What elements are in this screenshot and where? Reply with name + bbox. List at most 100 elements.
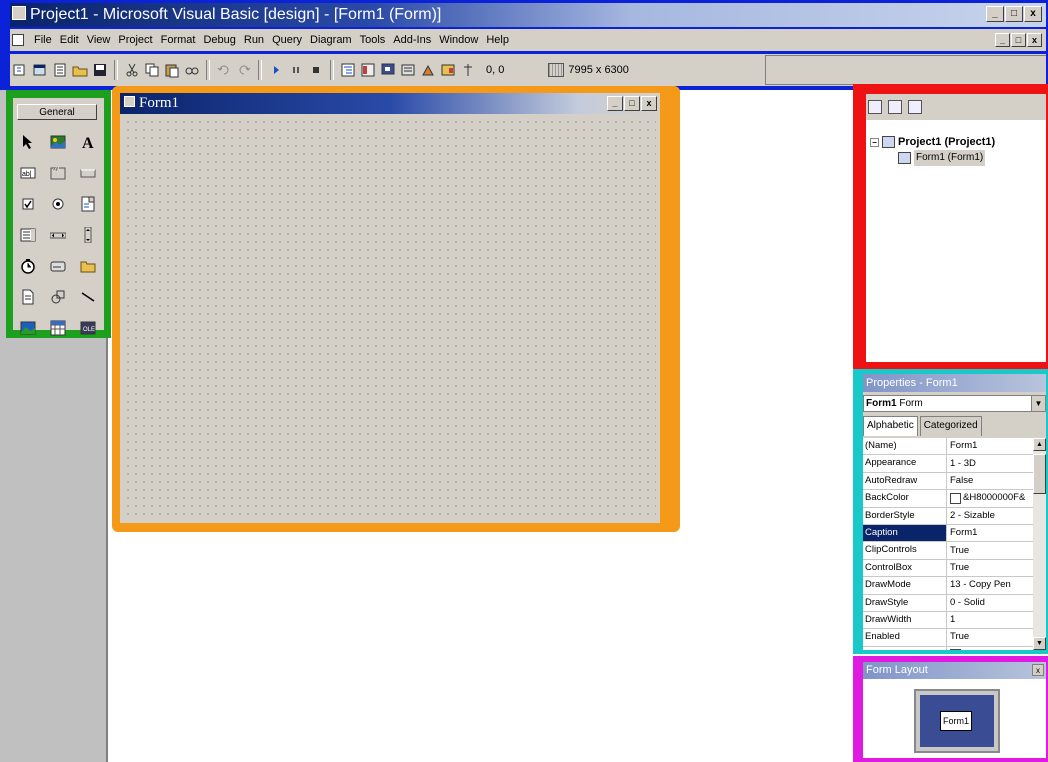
menu-add-ins[interactable]: Add-Ins	[389, 29, 435, 51]
property-row[interactable]: AutoRedraw False	[863, 472, 1033, 491]
scroll-up-icon[interactable]: ▲	[1033, 438, 1046, 451]
menu-query[interactable]: Query	[268, 29, 306, 51]
property-value[interactable]: &H00000000&	[947, 647, 1033, 650]
line-tool[interactable]	[73, 281, 103, 312]
property-value[interactable]: Form1	[947, 438, 1033, 454]
menu-debug[interactable]: Debug	[199, 29, 239, 51]
menu-view[interactable]: View	[83, 29, 115, 51]
filelistbox-tool[interactable]	[13, 281, 43, 312]
toggle-folders-icon[interactable]	[908, 100, 922, 114]
dirlistbox-tool[interactable]	[73, 250, 103, 281]
copy-icon[interactable]	[144, 62, 160, 78]
ole-tool[interactable]: OLE	[73, 312, 103, 343]
combobox-tool[interactable]	[73, 188, 103, 219]
property-value[interactable]: True	[947, 560, 1033, 576]
picturebox-tool[interactable]	[43, 126, 73, 157]
form-design-grid[interactable]	[124, 118, 656, 518]
component-manager-icon[interactable]	[460, 62, 476, 78]
collapse-icon[interactable]: −	[870, 137, 879, 147]
view-object-icon[interactable]	[888, 100, 902, 114]
open-project-icon[interactable]	[72, 62, 88, 78]
property-value[interactable]: True	[947, 629, 1033, 645]
property-row[interactable]: ControlBox True	[863, 559, 1033, 578]
property-row[interactable]: Enabled True	[863, 629, 1033, 647]
property-value[interactable]: 13 - Copy Pen	[947, 577, 1033, 593]
textbox-tool[interactable]: ab|	[13, 157, 43, 188]
form-layout-icon[interactable]	[380, 62, 396, 78]
frame-tool[interactable]: xy	[43, 157, 73, 188]
system-menu-icon[interactable]	[12, 34, 24, 46]
property-value[interactable]: 2 - Sizable	[947, 508, 1033, 524]
menu-diagram[interactable]: Diagram	[306, 29, 356, 51]
properties-window-icon[interactable]	[360, 62, 376, 78]
menu-edit[interactable]: Edit	[56, 29, 83, 51]
save-project-icon[interactable]	[92, 62, 108, 78]
chevron-down-icon[interactable]: ▼	[1031, 396, 1045, 411]
property-row[interactable]: DrawMode 13 - Copy Pen	[863, 577, 1033, 595]
property-row[interactable]: BorderStyle 2 - Sizable	[863, 507, 1033, 525]
menu-tools[interactable]: Tools	[356, 29, 390, 51]
form-minimize-button[interactable]: _	[607, 96, 623, 111]
pointer-tool[interactable]	[13, 126, 43, 157]
properties-scrollbar[interactable]: ▲ ▼	[1033, 438, 1046, 650]
property-value[interactable]: &H8000000F&	[947, 490, 1033, 506]
listbox-tool[interactable]	[13, 219, 43, 250]
scroll-thumb[interactable]	[1033, 454, 1046, 494]
menu-project[interactable]: Project	[114, 29, 156, 51]
mdi-restore-button[interactable]: □	[1011, 33, 1026, 47]
minimize-button[interactable]: _	[986, 6, 1004, 22]
toolbox-general-tab[interactable]: General	[17, 104, 97, 120]
find-icon[interactable]	[184, 62, 200, 78]
mini-form-preview[interactable]: Form1	[940, 711, 972, 731]
break-icon[interactable]	[288, 62, 304, 78]
form-maximize-button[interactable]: □	[624, 96, 640, 111]
object-selector[interactable]: Form1 Form ▼	[863, 395, 1046, 412]
scroll-down-icon[interactable]: ▼	[1033, 637, 1046, 650]
add-form-icon[interactable]	[32, 62, 48, 78]
add-project-icon[interactable]	[12, 62, 28, 78]
property-value[interactable]: Form1	[947, 525, 1033, 541]
menu-editor-icon[interactable]	[52, 62, 68, 78]
hscrollbar-tool[interactable]	[43, 219, 73, 250]
undo-icon[interactable]	[216, 62, 232, 78]
vscrollbar-tool[interactable]	[73, 219, 103, 250]
tab-alphabetic[interactable]: Alphabetic	[863, 416, 918, 436]
close-button[interactable]: x	[1024, 6, 1042, 22]
optionbutton-tool[interactable]	[43, 188, 73, 219]
toolbox-icon[interactable]	[420, 62, 436, 78]
shape-tool[interactable]	[43, 281, 73, 312]
property-row[interactable]: BackColor &H8000000F&	[863, 490, 1033, 508]
maximize-button[interactable]: □	[1005, 6, 1023, 22]
label-tool[interactable]: A	[73, 126, 103, 157]
start-icon[interactable]	[268, 62, 284, 78]
property-value[interactable]: True	[947, 542, 1033, 558]
property-row[interactable]: DrawWidth 1	[863, 611, 1033, 630]
property-value[interactable]: 1 - 3D	[947, 455, 1033, 471]
property-value[interactable]: 1	[947, 612, 1033, 628]
tree-item-form[interactable]: Form1 (Form1)	[870, 150, 995, 166]
data-view-icon[interactable]	[440, 62, 456, 78]
end-icon[interactable]	[308, 62, 324, 78]
property-row[interactable]: DrawStyle 0 - Solid	[863, 594, 1033, 612]
property-row[interactable]: FillColor&H00000000&	[863, 646, 1033, 650]
data-tool[interactable]	[43, 312, 73, 343]
mdi-minimize-button[interactable]: _	[995, 33, 1010, 47]
paste-icon[interactable]	[164, 62, 180, 78]
property-row[interactable]: ClipControls True	[863, 542, 1033, 560]
property-row[interactable]: Caption Form1	[863, 524, 1033, 543]
property-value[interactable]: False	[947, 473, 1033, 489]
drivelistbox-tool[interactable]	[43, 250, 73, 281]
view-code-icon[interactable]	[868, 100, 882, 114]
menu-run[interactable]: Run	[240, 29, 268, 51]
form-close-button[interactable]: x	[641, 96, 657, 111]
form-designer-window[interactable]: Form1 _ □ x	[120, 93, 660, 523]
property-row[interactable]: (Name) Form1	[863, 438, 1033, 456]
object-browser-icon[interactable]	[400, 62, 416, 78]
tab-categorized[interactable]: Categorized	[919, 416, 982, 436]
form-layout-close-icon[interactable]: x	[1032, 664, 1044, 676]
menu-format[interactable]: Format	[157, 29, 200, 51]
tree-item-project[interactable]: − Project1 (Project1)	[870, 134, 995, 150]
menu-help[interactable]: Help	[482, 29, 513, 51]
menu-file[interactable]: File	[30, 29, 56, 51]
checkbox-tool[interactable]	[13, 188, 43, 219]
